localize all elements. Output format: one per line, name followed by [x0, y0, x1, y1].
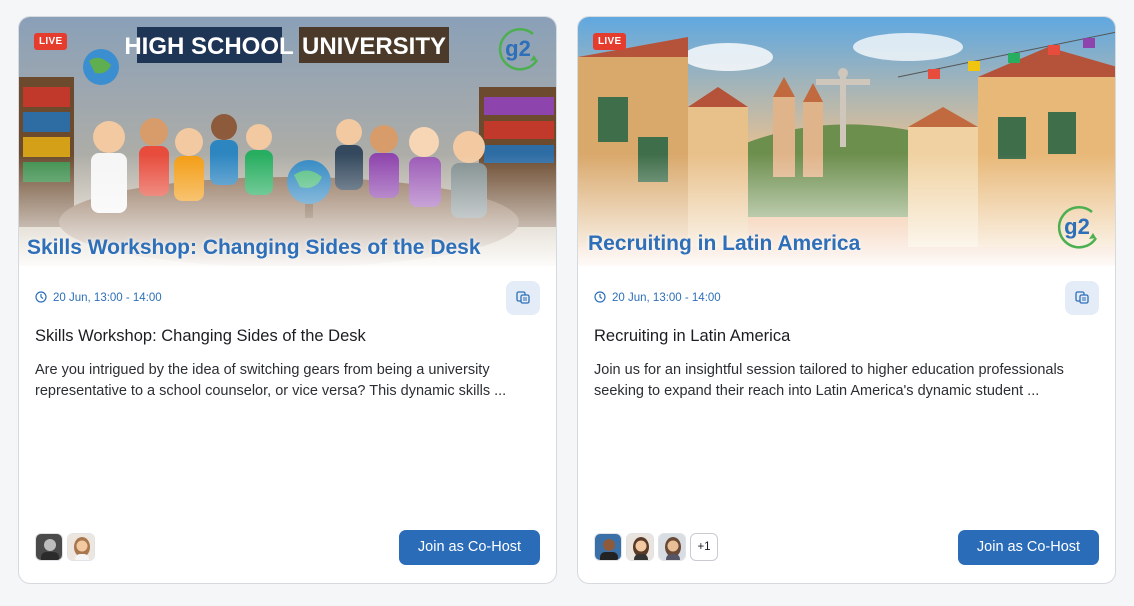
avatar[interactable] — [626, 533, 654, 561]
avatar[interactable] — [594, 533, 622, 561]
clock-icon — [594, 290, 606, 306]
banner-title: Skills Workshop: Changing Sides of the D… — [27, 236, 481, 259]
event-title: Recruiting in Latin America — [594, 327, 791, 345]
event-description: Are you intrigued by the idea of switchi… — [35, 362, 507, 399]
datetime-text: 20 Jun, 13:00 - 14:00 — [53, 292, 162, 304]
host-avatars: +1 — [594, 533, 718, 561]
banner-title: Recruiting in Latin America — [588, 232, 861, 255]
host-avatars — [35, 533, 95, 561]
card-footer: +1 Join as Co-Host — [594, 529, 1099, 565]
event-description: Join us for an insightful session tailor… — [594, 362, 1064, 399]
live-badge: LIVE — [593, 33, 627, 50]
event-grid: HIGH SCHOOL UNIVERSITY — [18, 16, 1116, 584]
datetime-text: 20 Jun, 13:00 - 14:00 — [612, 292, 721, 304]
event-datetime: 20 Jun, 13:00 - 14:00 — [594, 290, 721, 306]
event-datetime: 20 Jun, 13:00 - 14:00 — [35, 290, 162, 306]
live-badge: LIVE — [34, 33, 68, 50]
g2-logo: g2 — [493, 25, 543, 75]
avatar[interactable] — [35, 533, 63, 561]
copy-icon — [1074, 289, 1090, 308]
copy-button[interactable] — [506, 281, 540, 315]
copy-button[interactable] — [1065, 281, 1099, 315]
g2-logo: g2 — [1052, 203, 1102, 253]
meta-row: 20 Jun, 13:00 - 14:00 — [594, 281, 1099, 315]
event-banner-image: LIVE g2 Recruiting in Latin America — [578, 17, 1115, 266]
card-footer: Join as Co-Host — [35, 529, 540, 565]
svg-text:g2: g2 — [505, 36, 531, 61]
event-banner-image: HIGH SCHOOL UNIVERSITY — [19, 17, 556, 266]
avatar[interactable] — [67, 533, 95, 561]
more-avatars-badge[interactable]: +1 — [690, 533, 718, 561]
join-cohost-button[interactable]: Join as Co-Host — [399, 529, 540, 565]
event-card[interactable]: LIVE g2 Recruiting in Latin America 20 J… — [577, 16, 1116, 584]
meta-row: 20 Jun, 13:00 - 14:00 — [35, 281, 540, 315]
avatar[interactable] — [658, 533, 686, 561]
join-cohost-button[interactable]: Join as Co-Host — [958, 529, 1099, 565]
clock-icon — [35, 290, 47, 306]
copy-icon — [515, 289, 531, 308]
event-title: Skills Workshop: Changing Sides of the D… — [35, 327, 366, 345]
svg-text:g2: g2 — [1064, 214, 1090, 239]
event-card[interactable]: HIGH SCHOOL UNIVERSITY — [18, 16, 557, 584]
